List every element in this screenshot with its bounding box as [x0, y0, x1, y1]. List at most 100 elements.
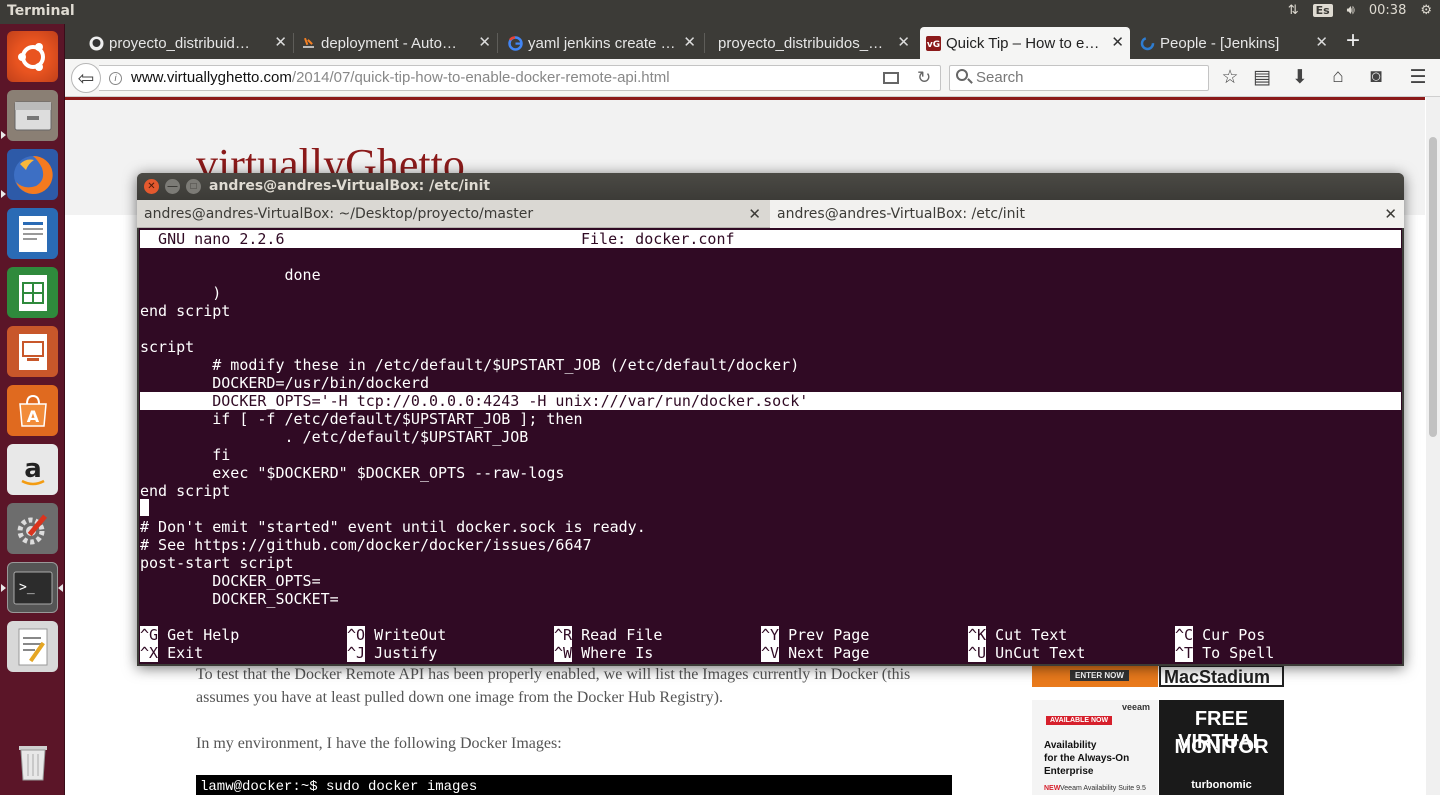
reader-view-icon[interactable] — [883, 72, 899, 84]
ad-banner-macstadium[interactable]: ENTER NOW — [1032, 665, 1158, 687]
close-icon[interactable]: ✕ — [748, 200, 761, 228]
software-center-icon[interactable]: A — [7, 385, 58, 436]
nano-shortcut-label: Get Help — [167, 626, 240, 644]
nano-shortcut-key: ^J — [347, 644, 366, 662]
launcher-focused-indicator — [58, 584, 63, 592]
browser-tab-active[interactable]: vG Quick Tip – How to e… ✕ — [920, 27, 1130, 59]
editor-line: script — [140, 338, 195, 356]
reading-list-icon[interactable]: ▤ — [1250, 66, 1274, 89]
close-icon[interactable]: ✕ — [478, 33, 491, 51]
nano-shortcut: ^T To Spell — [1175, 644, 1274, 662]
close-icon[interactable]: ✕ — [1384, 200, 1397, 228]
nano-shortcut-key: ^X — [140, 644, 159, 662]
close-icon[interactable]: ✕ — [274, 33, 287, 51]
pocket-icon[interactable]: ◙ — [1364, 66, 1388, 88]
menu-hamburger-icon[interactable]: ☰ — [1406, 66, 1430, 89]
url-host: www.virtuallyghetto.com — [131, 69, 292, 86]
terminal-tab[interactable]: andres@andres-VirtualBox: ~/Desktop/proy… — [137, 200, 768, 228]
trash-icon[interactable] — [7, 736, 58, 787]
browser-tab[interactable]: deployment - Auto… ✕ — [295, 27, 497, 59]
close-icon[interactable]: ✕ — [1315, 33, 1328, 51]
window-minimize-icon[interactable]: — — [165, 179, 180, 194]
back-button[interactable]: ⇦ — [71, 63, 101, 93]
browser-tab[interactable]: yaml jenkins create … ✕ — [502, 27, 702, 59]
nano-shortcut-label: Where Is — [581, 644, 654, 662]
window-close-icon[interactable]: ✕ — [144, 179, 159, 194]
close-icon[interactable]: ✕ — [1111, 33, 1124, 51]
nano-shortcut-label: Cur Pos — [1202, 626, 1266, 644]
terminal-window: ✕ — □ andres@andres-VirtualBox: /etc/ini… — [137, 173, 1404, 666]
new-tab-button[interactable]: + — [1346, 29, 1360, 53]
navigation-toolbar: www.virtuallyghetto.com/2014/07/quick-ti… — [65, 59, 1440, 97]
ad-banner-veeam[interactable]: AVAILABLE NOW veeam Availability for the… — [1032, 700, 1158, 795]
network-transfer-icon[interactable]: ⇅ — [1288, 3, 1299, 18]
ad-brand-text: MacStadium — [1164, 667, 1271, 687]
nano-title-bar: GNU nano 2.2.6 File: docker.conf — [140, 230, 1401, 248]
window-maximize-icon[interactable]: □ — [186, 179, 201, 194]
ad-text-line: MONITOR — [1174, 736, 1269, 758]
launcher-running-indicator — [1, 190, 6, 198]
indicator-area: ⇅ Es 🔊︎ 00:38 ⚙ — [1288, 3, 1432, 18]
browser-tab-label: Quick Tip – How to e… — [946, 34, 1100, 52]
terminal-tab-active[interactable]: andres@andres-VirtualBox: /etc/init ✕ — [770, 200, 1404, 228]
article-text-line: assumes you have at least pulled down on… — [196, 689, 723, 706]
impress-icon[interactable] — [7, 326, 58, 377]
ad-macstadium-logo[interactable]: MacStadium — [1159, 665, 1284, 687]
terminal-titlebar[interactable]: ✕ — □ andres@andres-VirtualBox: /etc/ini… — [137, 173, 1404, 200]
terminal-tab-label: andres@andres-VirtualBox: ~/Desktop/proy… — [144, 206, 534, 222]
browser-tab[interactable]: People - [Jenkins] ✕ — [1134, 27, 1334, 59]
svg-text:vG: vG — [927, 40, 940, 50]
bookmark-star-icon[interactable]: ☆ — [1218, 66, 1242, 89]
reload-icon[interactable]: ↻ — [917, 68, 931, 88]
power-gear-icon[interactable]: ⚙ — [1420, 3, 1432, 18]
downloads-icon[interactable]: ⬇ — [1288, 66, 1312, 89]
page-scrollbar[interactable] — [1426, 97, 1440, 795]
tab-divider — [293, 33, 294, 53]
back-arrow-icon: ⇦ — [77, 67, 95, 90]
nano-shortcut: ^O WriteOut — [347, 626, 446, 644]
writer-icon[interactable] — [7, 208, 58, 259]
terminal-window-title: andres@andres-VirtualBox: /etc/init — [209, 178, 491, 194]
ubuntu-dash-icon[interactable] — [7, 31, 58, 82]
terminal-screen[interactable]: GNU nano 2.2.6 File: docker.conf done ) en… — [139, 228, 1402, 664]
ad-text-line: Availability — [1044, 740, 1097, 751]
editor-line: end script — [140, 482, 231, 500]
nano-shortcut-label: Cut Text — [995, 626, 1068, 644]
scrollbar-thumb[interactable] — [1429, 137, 1437, 437]
browser-tab-label: proyecto_distribuid… — [109, 34, 250, 52]
terminal-icon[interactable]: >_ — [7, 562, 58, 613]
home-icon[interactable]: ⌂ — [1326, 66, 1350, 88]
ad-banner-turbonomic[interactable]: FREE VIRTUAL MONITOR turbonomic — [1159, 700, 1284, 795]
nano-shortcut: ^X Exit — [140, 644, 203, 662]
url-bar[interactable]: www.virtuallyghetto.com/2014/07/quick-ti… — [99, 65, 941, 91]
nano-shortcut: ^Y Prev Page — [761, 626, 869, 644]
browser-tab[interactable]: proyecto_distribuidos_… ✕ — [692, 27, 916, 59]
ad-brand-text: veeam — [1122, 702, 1151, 712]
calc-icon[interactable] — [7, 267, 58, 318]
firefox-icon[interactable] — [7, 149, 58, 200]
close-icon[interactable]: ✕ — [897, 33, 910, 51]
terminal-tab-bar: andres@andres-VirtualBox: ~/Desktop/proy… — [137, 200, 1404, 228]
editor-line: . /etc/default/$UPSTART_JOB — [140, 428, 529, 446]
system-settings-icon[interactable] — [7, 503, 58, 554]
keyboard-layout-indicator[interactable]: Es — [1312, 4, 1333, 17]
clock[interactable]: 00:38 — [1369, 3, 1406, 18]
nano-shortcut-key: ^R — [554, 626, 573, 644]
ad-text-line: Enterprise — [1044, 766, 1094, 777]
text-editor-icon[interactable] — [7, 621, 58, 672]
search-input[interactable]: Search — [949, 65, 1209, 91]
browser-tab[interactable]: proyecto_distribuid… ✕ — [83, 27, 293, 59]
jenkins-icon — [1140, 36, 1155, 51]
amazon-icon[interactable]: a — [7, 444, 58, 495]
ad-brand-text: turbonomic — [1191, 779, 1252, 791]
ad-enter-button[interactable]: ENTER NOW — [1070, 670, 1129, 681]
nano-shortcut-key: ^Y — [761, 626, 780, 644]
site-info-icon[interactable]: i — [109, 72, 122, 85]
volume-icon[interactable]: 🔊︎ — [1347, 3, 1355, 18]
nano-shortcut: ^G Get Help — [140, 626, 239, 644]
nano-shortcut-key: ^V — [761, 644, 780, 662]
files-icon[interactable] — [7, 90, 58, 141]
search-icon — [956, 69, 968, 81]
nano-shortcut-label: Read File — [581, 626, 663, 644]
editor-line: # See https://github.com/docker/docker/i… — [140, 536, 592, 554]
